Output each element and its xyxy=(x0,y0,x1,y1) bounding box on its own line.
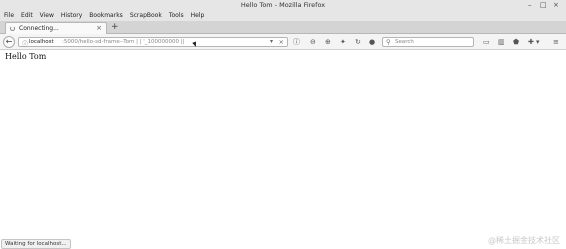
back-arrow-icon[interactable]: ← xyxy=(3,36,15,48)
library-icon[interactable]: ▥ xyxy=(498,38,505,46)
tab-strip: Connecting... × + xyxy=(0,21,566,34)
tab-title: Connecting... xyxy=(19,25,59,32)
tab-connecting[interactable]: Connecting... × xyxy=(5,22,107,34)
url-bar[interactable]: ⓘ localhost :5000/hello-sd-frame--Tom | … xyxy=(18,37,288,48)
page-content: Hello Tom xyxy=(0,51,566,239)
watermark: @稀土掘金技术社区 xyxy=(488,236,560,245)
addon-dropdown-icon[interactable]: ▾ xyxy=(536,38,540,46)
tab-close-icon[interactable]: × xyxy=(96,24,102,32)
menu-bar: File Edit View History Bookmarks ScrapBo… xyxy=(0,10,566,21)
info-icon[interactable]: ⓘ xyxy=(293,38,300,46)
site-info-icon[interactable]: ⓘ xyxy=(22,39,28,48)
minimize-icon[interactable]: – xyxy=(528,1,532,9)
reader-view-icon[interactable]: ▭ xyxy=(483,38,490,46)
page-text: Hello Tom xyxy=(5,52,47,61)
menu-bookmarks[interactable]: Bookmarks xyxy=(89,12,123,19)
extension-icon[interactable]: ✦ xyxy=(340,38,346,46)
privacy-icon[interactable]: ⬟ xyxy=(513,38,519,46)
search-icon: ⚲ xyxy=(386,38,391,46)
url-host: localhost xyxy=(29,39,54,45)
url-dropdown-icon[interactable]: ▾ xyxy=(270,38,273,45)
reload-icon[interactable]: ↻ xyxy=(355,38,361,46)
search-placeholder: Search xyxy=(395,39,414,45)
menu-scrapbook[interactable]: ScrapBook xyxy=(130,12,162,19)
menu-tools[interactable]: Tools xyxy=(169,12,184,19)
maximize-icon[interactable]: □ xyxy=(540,1,547,9)
search-bar[interactable]: ⚲ Search xyxy=(382,37,474,47)
shield-icon[interactable]: ● xyxy=(369,38,375,46)
hamburger-menu-icon[interactable]: ≡ xyxy=(553,38,559,46)
menu-file[interactable]: File xyxy=(4,12,14,19)
window-title: Hello Tom - Mozilla Firefox xyxy=(240,1,326,9)
addon-icon[interactable]: ✚ xyxy=(528,38,534,46)
status-panel: Waiting for localhost... xyxy=(1,239,71,249)
zoom-out-icon[interactable]: ⊖ xyxy=(310,38,316,46)
loading-spinner-icon xyxy=(10,26,15,31)
stop-loading-icon[interactable]: × xyxy=(279,38,284,46)
window-titlebar: Hello Tom - Mozilla Firefox – □ × xyxy=(0,0,566,10)
window-close-icon[interactable]: × xyxy=(553,1,559,9)
menu-edit[interactable]: Edit xyxy=(21,12,33,19)
navigation-toolbar: ← ⓘ localhost :5000/hello-sd-frame--Tom … xyxy=(0,34,566,50)
menu-history[interactable]: History xyxy=(61,12,82,19)
menu-view[interactable]: View xyxy=(40,12,54,19)
url-path: :5000/hello-sd-frame--Tom | | '_10000000… xyxy=(62,39,185,45)
new-tab-icon[interactable]: + xyxy=(111,22,119,32)
menu-help[interactable]: Help xyxy=(191,12,205,19)
zoom-in-icon[interactable]: ⊕ xyxy=(325,38,331,46)
